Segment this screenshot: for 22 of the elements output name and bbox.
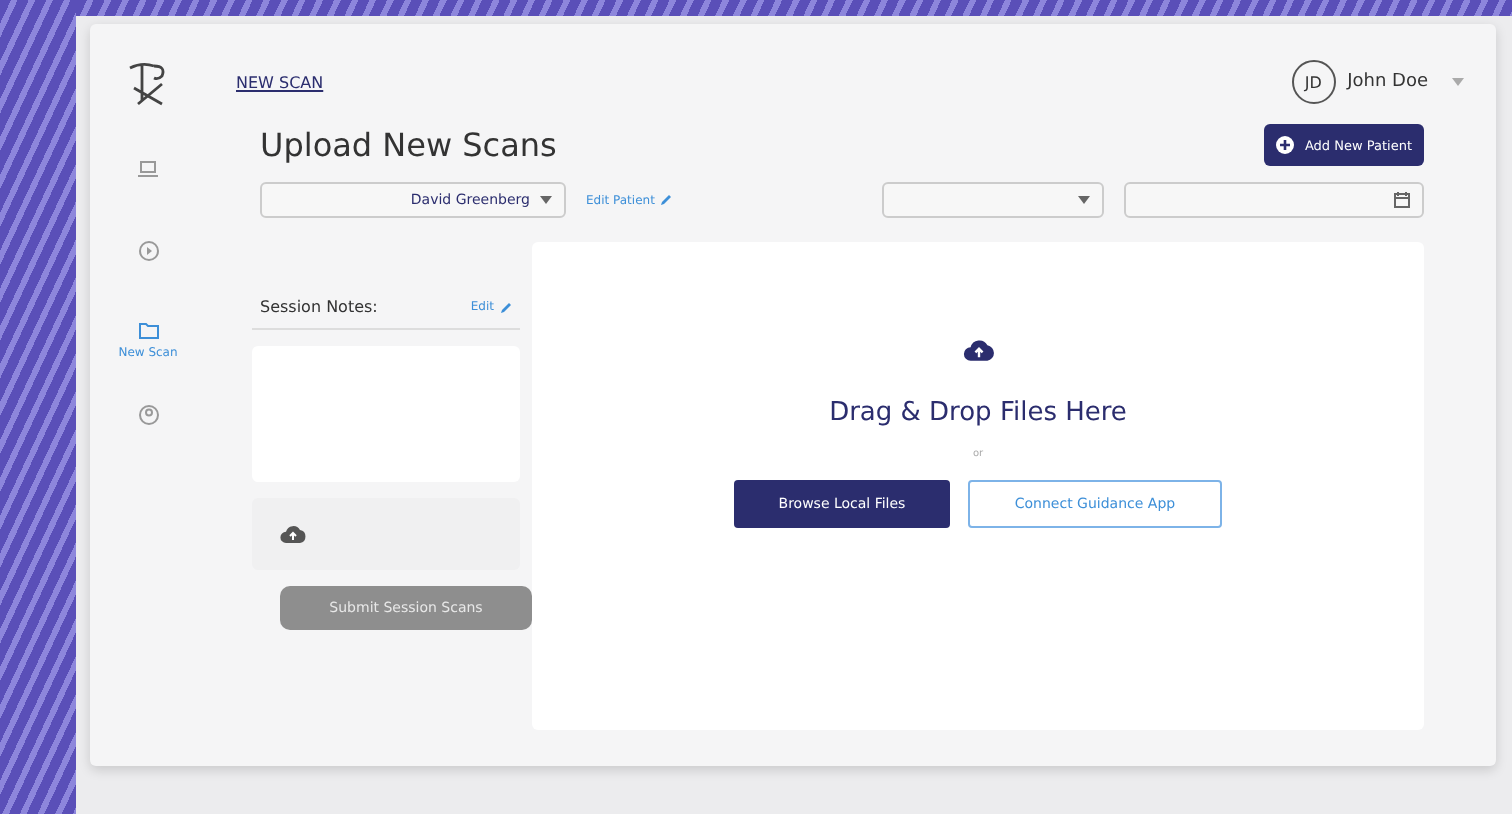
breadcrumb-link[interactable]: NEW SCAN (236, 73, 324, 91)
upload-cloud-icon (280, 524, 306, 544)
dropzone-heading: Drag & Drop Files Here (829, 398, 1127, 428)
scan-type-select[interactable] (882, 182, 1104, 218)
session-notes-label: Session Notes: (260, 298, 378, 316)
plus-icon (1276, 136, 1295, 154)
caret-icon (540, 196, 552, 204)
pencil-icon[interactable] (660, 194, 673, 206)
upload-cloud-icon (961, 338, 995, 362)
logo-icon (126, 60, 170, 108)
laptop-icon (138, 160, 158, 178)
user-name: John Doe (1347, 72, 1428, 92)
calendar-icon (1394, 192, 1410, 208)
caret-icon[interactable] (1452, 78, 1464, 86)
date-field[interactable] (1124, 182, 1424, 218)
caret-icon (1078, 196, 1090, 204)
pencil-icon[interactable] (500, 301, 512, 313)
folder-icon (137, 320, 159, 340)
user-avatar: JD (1291, 60, 1336, 104)
person-icon (137, 404, 159, 426)
play-icon (137, 240, 159, 262)
page-title: Upload New Scans (260, 126, 557, 164)
